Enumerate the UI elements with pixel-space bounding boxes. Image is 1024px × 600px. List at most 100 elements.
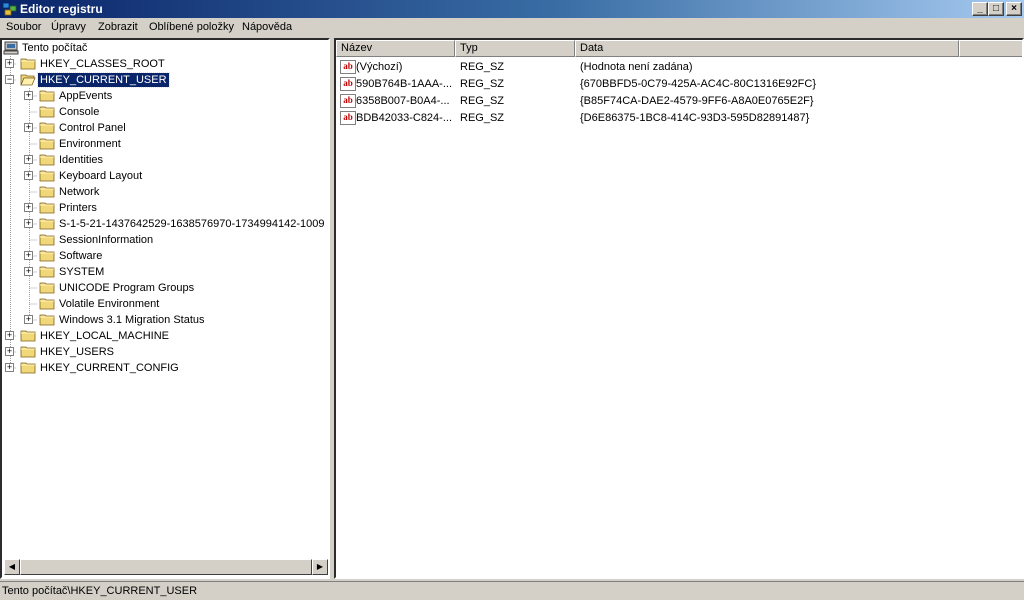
tree-item-label: SYSTEM xyxy=(59,266,105,278)
value-data: {D6E86375-1BC8-414C-93D3-595D82891487} xyxy=(580,112,810,124)
tree-item-label: HKEY_CURRENT_CONFIG xyxy=(40,362,179,374)
expand-icon[interactable]: + xyxy=(24,315,33,324)
minimize-button[interactable]: _ xyxy=(972,2,988,16)
menu-napoveda[interactable]: Nápověda xyxy=(242,21,292,33)
folder-icon xyxy=(39,314,55,326)
registry-value-row[interactable]: ab (Výchozí) REG_SZ (Hodnota není zadána) xyxy=(336,59,1016,76)
tree-item-hive-4[interactable]: + HKEY_CURRENT_CONFIG xyxy=(2,360,328,376)
folder-icon xyxy=(39,218,55,230)
folder-icon xyxy=(39,298,55,310)
folder-icon xyxy=(39,138,55,150)
tree-item-hkcu-child-11[interactable]: + SYSTEM xyxy=(2,264,328,280)
tree-item-label: Printers xyxy=(59,202,97,214)
tree-item-hkcu-child-14[interactable]: + Windows 3.1 Migration Status xyxy=(2,312,328,328)
scroll-right-icon[interactable]: ▶ xyxy=(312,559,328,575)
expand-icon[interactable]: + xyxy=(24,219,33,228)
tree-item-hkcu-child-7[interactable]: + Printers xyxy=(2,200,328,216)
tree-item-hkcu-child-8[interactable]: + S-1-5-21-1437642529-1638576970-17349941… xyxy=(2,216,328,232)
folder-icon xyxy=(20,362,36,374)
registry-editor-icon xyxy=(2,2,17,16)
expand-icon[interactable]: + xyxy=(24,203,33,212)
tree-root-label: Tento počítač xyxy=(22,42,88,54)
expand-icon[interactable]: + xyxy=(24,91,33,100)
tree-item-label: SessionInformation xyxy=(59,234,154,246)
expand-icon[interactable]: + xyxy=(5,59,14,68)
tree-item-label: Control Panel xyxy=(59,122,126,134)
tree-item-label: AppEvents xyxy=(59,90,113,102)
column-header-filler xyxy=(959,40,1022,57)
expand-icon[interactable]: + xyxy=(24,267,33,276)
expand-icon[interactable]: + xyxy=(24,123,33,132)
registry-value-row[interactable]: ab 590B764B-1AAA-... REG_SZ {670BBFD5-0C79-… xyxy=(336,76,1016,93)
tree-horizontal-scrollbar[interactable]: ◀ ▶ xyxy=(4,559,328,575)
value-type: REG_SZ xyxy=(460,112,505,124)
registry-value-row[interactable]: ab 6358B007-B0A4-... REG_SZ {B85F74CA-DAE2-… xyxy=(336,93,1016,110)
column-header-type[interactable]: Typ xyxy=(455,40,575,57)
folder-icon xyxy=(20,330,36,342)
maximize-button[interactable]: □ xyxy=(988,2,1004,16)
tree-item-hkcu-child-3[interactable]: Environment xyxy=(2,136,328,152)
expand-icon[interactable]: + xyxy=(5,347,14,356)
folder-icon xyxy=(39,282,55,294)
expand-icon[interactable]: + xyxy=(24,155,33,164)
scroll-left-icon[interactable]: ◀ xyxy=(4,559,20,575)
tree-item-hkcu-child-2[interactable]: + Control Panel xyxy=(2,120,328,136)
expand-icon[interactable]: + xyxy=(5,363,14,372)
tree-item-label: HKEY_CLASSES_ROOT xyxy=(40,58,165,70)
tree-item-hkcu-child-0[interactable]: + AppEvents xyxy=(2,88,328,104)
tree-item-hkcu-child-10[interactable]: + Software xyxy=(2,248,328,264)
folder-icon xyxy=(39,186,55,198)
menu-upravy[interactable]: Úpravy xyxy=(51,21,86,33)
tree-item-hkcu-child-13[interactable]: Volatile Environment xyxy=(2,296,328,312)
value-name: 590B764B-1AAA-... xyxy=(356,78,453,90)
tree-item-hive-1[interactable]: − HKEY_CURRENT_USER xyxy=(2,72,328,88)
string-value-icon: ab xyxy=(340,111,356,125)
value-name: BDB42033-C824-... xyxy=(356,112,452,124)
value-data: {670BBFD5-0C79-425A-AC4C-80C1316E92FC} xyxy=(580,78,817,90)
menu-zobrazit[interactable]: Zobrazit xyxy=(98,21,138,33)
collapse-icon[interactable]: − xyxy=(5,75,14,84)
close-button[interactable]: × xyxy=(1006,2,1022,16)
tree-item-hive-0[interactable]: + HKEY_CLASSES_ROOT xyxy=(2,56,328,72)
tree-item-label: HKEY_CURRENT_USER xyxy=(37,72,170,88)
value-name: 6358B007-B0A4-... xyxy=(356,95,450,107)
expand-icon[interactable]: + xyxy=(5,331,14,340)
tree-pane[interactable]: Tento počítač + HKEY_CLASSES_ROOT − HKEY_CU… xyxy=(0,38,330,579)
tree-item-label: Identities xyxy=(59,154,104,166)
folder-icon xyxy=(39,234,55,246)
tree-item-label: S-1-5-21-1437642529-1638576970-173499414… xyxy=(59,218,325,230)
expand-icon[interactable]: + xyxy=(24,251,33,260)
folder-icon xyxy=(20,58,36,70)
value-data: (Hodnota není zadána) xyxy=(580,61,693,73)
tree-item-label: HKEY_USERS xyxy=(40,346,114,358)
tree-item-hive-2[interactable]: + HKEY_LOCAL_MACHINE xyxy=(2,328,328,344)
menu-oblibene-polozky[interactable]: Oblíbené položky xyxy=(149,21,234,33)
folder-icon xyxy=(39,170,55,182)
registry-value-row[interactable]: ab BDB42033-C824-... REG_SZ {D6E86375-1BC8-… xyxy=(336,110,1016,127)
tree-item-label: Keyboard Layout xyxy=(59,170,143,182)
value-type: REG_SZ xyxy=(460,61,505,73)
tree-root[interactable]: Tento počítač xyxy=(2,40,322,56)
values-list-pane[interactable]: Název Typ Data ab (Výchozí) REG_SZ (Hodnota… xyxy=(334,38,1024,579)
folder-icon xyxy=(39,202,55,214)
menu-bar: Soubor Úpravy Zobrazit Oblíbené položky … xyxy=(0,18,1024,38)
string-value-icon: ab xyxy=(340,94,356,108)
tree-item-hkcu-child-12[interactable]: UNICODE Program Groups xyxy=(2,280,328,296)
tree-item-hkcu-child-1[interactable]: Console xyxy=(2,104,328,120)
tree-item-hkcu-child-9[interactable]: SessionInformation xyxy=(2,232,328,248)
folder-icon xyxy=(39,122,55,134)
tree-item-hkcu-child-5[interactable]: + Keyboard Layout xyxy=(2,168,328,184)
tree-item-label: UNICODE Program Groups xyxy=(59,282,195,294)
scroll-thumb[interactable] xyxy=(20,559,312,575)
column-header-data[interactable]: Data xyxy=(575,40,959,57)
tree-item-hkcu-child-4[interactable]: + Identities xyxy=(2,152,328,168)
expand-icon[interactable]: + xyxy=(24,171,33,180)
tree-item-hkcu-child-6[interactable]: Network xyxy=(2,184,328,200)
folder-icon xyxy=(39,266,55,278)
menu-soubor[interactable]: Soubor xyxy=(6,21,41,33)
title-bar[interactable]: Editor registru _ □ × xyxy=(0,0,1024,18)
column-header-name[interactable]: Název xyxy=(336,40,455,57)
window-title: Editor registru xyxy=(20,2,103,16)
computer-icon xyxy=(3,41,19,55)
tree-item-hive-3[interactable]: + HKEY_USERS xyxy=(2,344,328,360)
